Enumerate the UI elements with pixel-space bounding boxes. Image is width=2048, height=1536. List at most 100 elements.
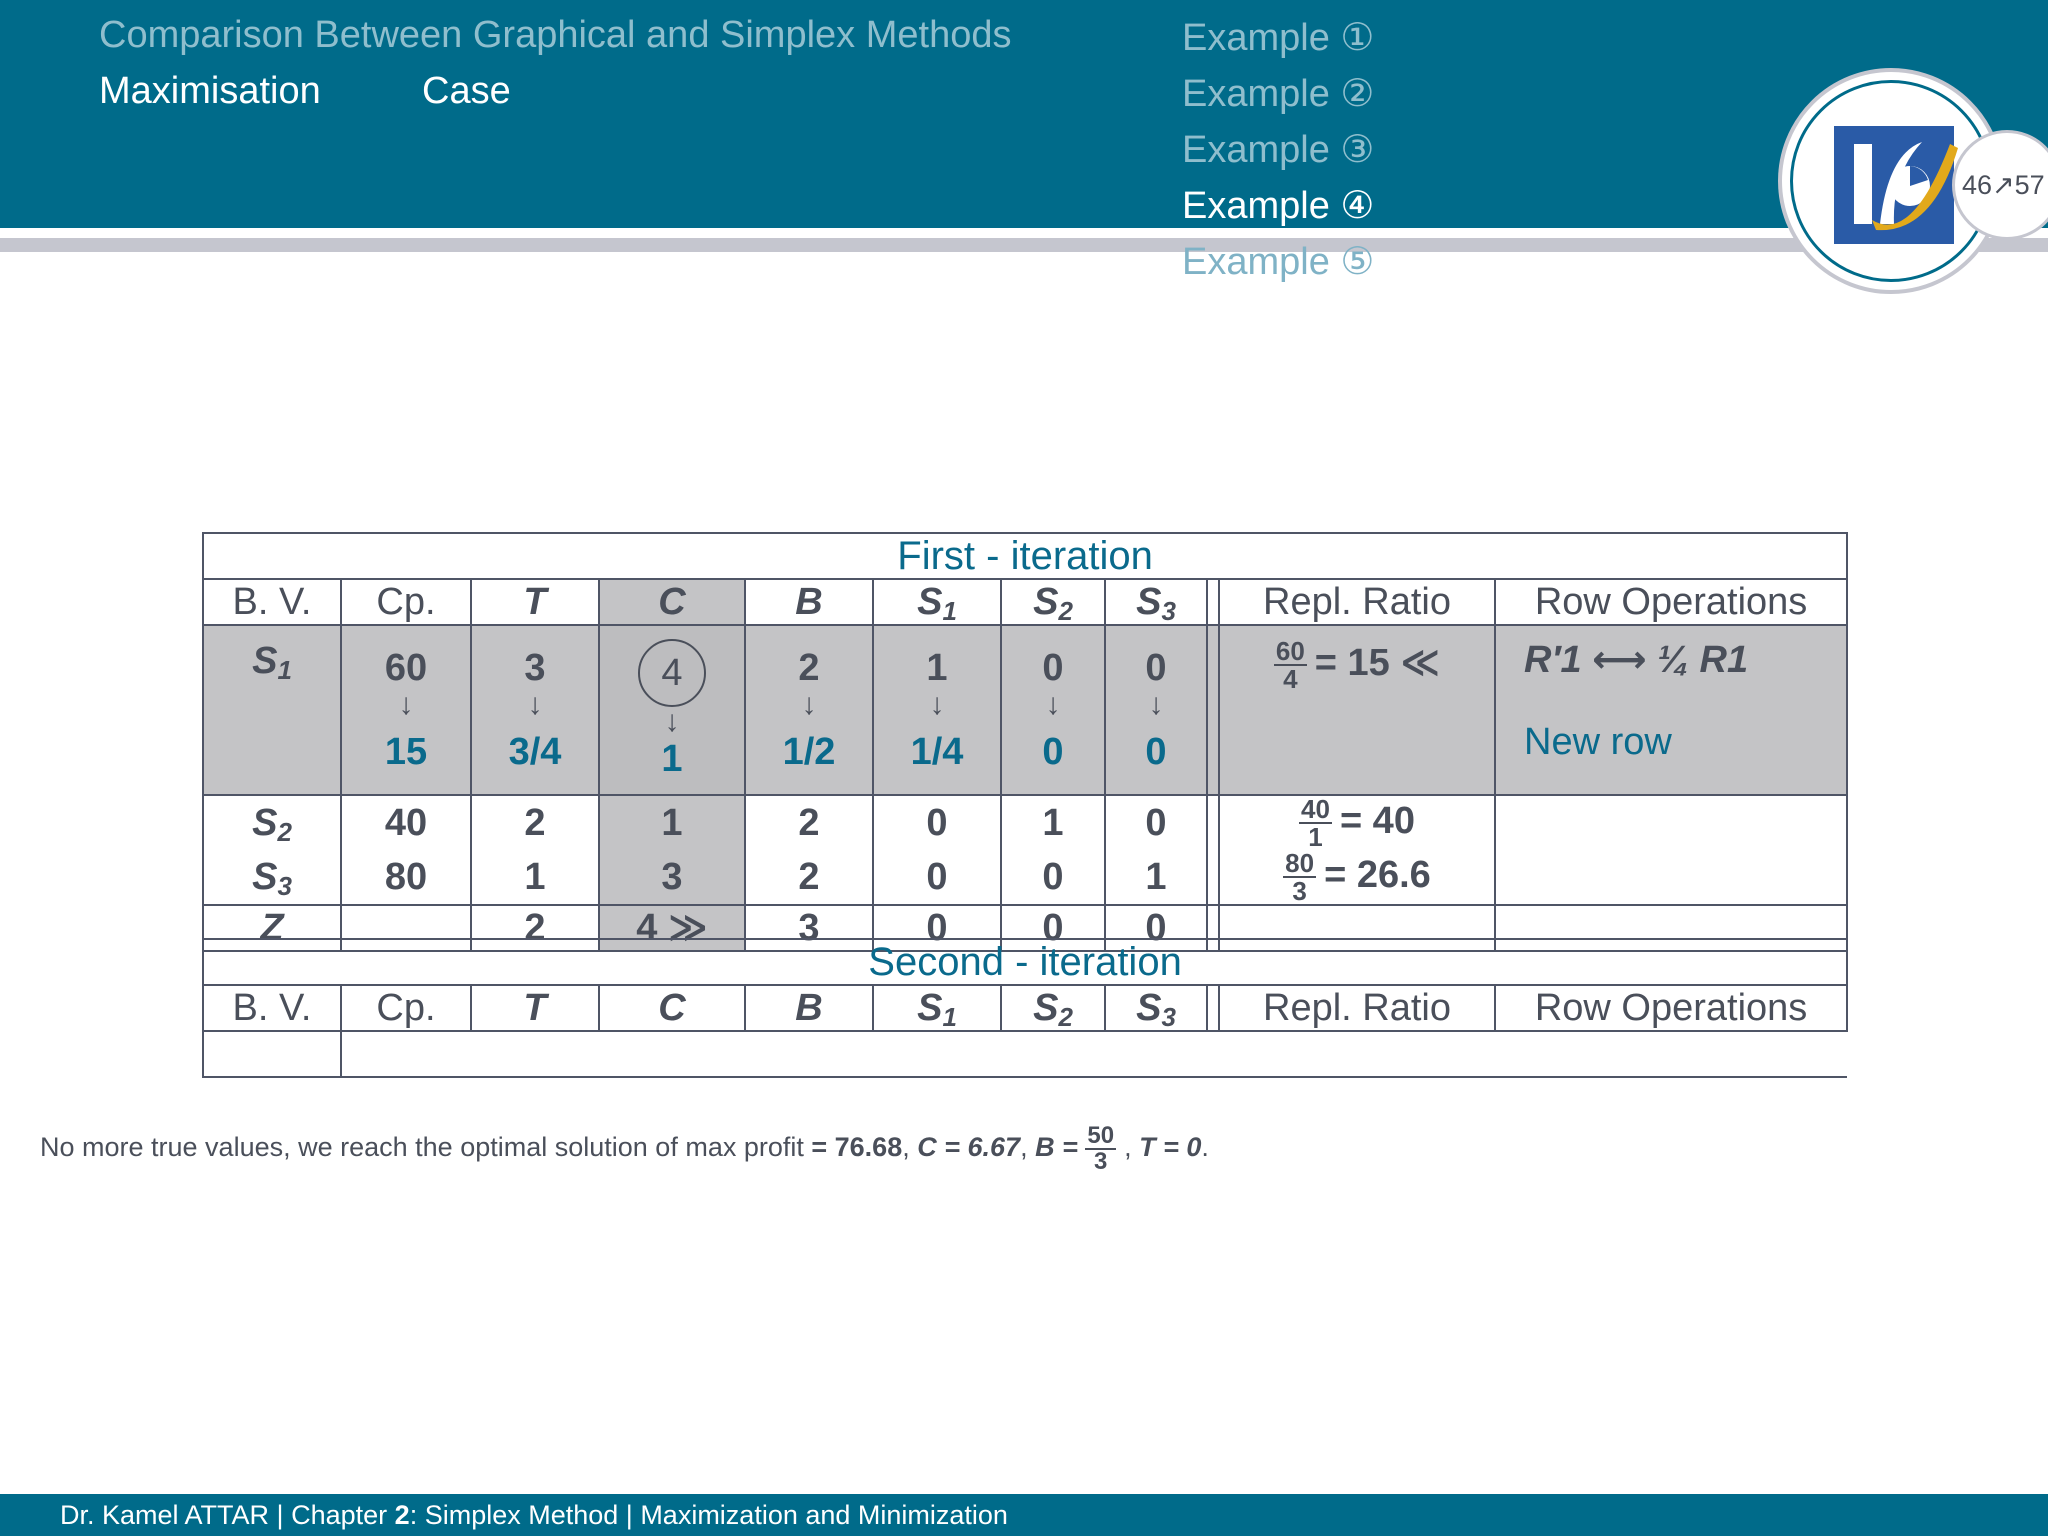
new-value-cp: 15 bbox=[384, 731, 428, 773]
col-header-s1: S1 bbox=[872, 578, 1002, 626]
row-bv-s3: S3 bbox=[202, 850, 342, 906]
pivot-cell-s3: 0 ↓ 0 bbox=[1104, 624, 1208, 796]
col-separator bbox=[1206, 850, 1220, 906]
footer-chapter-number[interactable]: 2 bbox=[395, 1500, 410, 1530]
header-divider bbox=[0, 228, 2048, 238]
rowop-s2 bbox=[1493, 794, 1849, 850]
col-header-rowops: Row Operations bbox=[1493, 984, 1849, 1032]
col-header-c: C bbox=[598, 984, 746, 1032]
pivot-value-s2: 0 bbox=[1042, 647, 1064, 689]
subsection-case[interactable]: Case bbox=[422, 70, 511, 113]
first-iteration-title: First - iteration bbox=[201, 532, 1849, 580]
cell-s3-c: 3 bbox=[598, 850, 746, 906]
ratio-fraction: 80 3 bbox=[1283, 848, 1317, 906]
col-header-ratio: Repl. Ratio bbox=[1218, 578, 1496, 626]
empty-row-cell bbox=[339, 1030, 1848, 1078]
t-value: T = 0 bbox=[1139, 1132, 1202, 1163]
col-separator bbox=[1206, 578, 1220, 626]
pivot-cell-cp: 60 ↓ 15 bbox=[340, 624, 472, 796]
col-header-rowops: Row Operations bbox=[1493, 578, 1849, 626]
pivot-cell-c: 4 ↓ 1 bbox=[598, 624, 746, 796]
down-arrow-icon: ↓ bbox=[527, 688, 543, 721]
pivot-value-s3: 0 bbox=[1145, 647, 1167, 689]
empty-bv-cell bbox=[202, 1030, 342, 1078]
col-header-cp: Cp. bbox=[340, 984, 472, 1032]
rowop-s3 bbox=[1493, 850, 1849, 906]
new-row-label: New row bbox=[1524, 721, 1672, 763]
new-value-b: 1/2 bbox=[782, 731, 836, 773]
col-header-bv: B. V. bbox=[202, 578, 342, 626]
conclusion-text: No more true values, we reach the optima… bbox=[40, 1122, 1209, 1175]
pivot-cell-s2: 0 ↓ 0 bbox=[1000, 624, 1106, 796]
new-value-s1: 1/4 bbox=[910, 731, 964, 773]
pivot-cell-t: 3 ↓ 3/4 bbox=[470, 624, 600, 796]
cell-s2-b: 2 bbox=[744, 794, 874, 850]
cell-s3-s3: 1 bbox=[1104, 850, 1208, 906]
section-title[interactable]: Comparison Between Graphical and Simplex… bbox=[99, 14, 1011, 57]
pivot-ratio: 60 4 = 15 ≪ bbox=[1218, 624, 1496, 796]
pivot-row-operation: R′1 ⟷ ¼ R1 New row bbox=[1493, 624, 1849, 796]
slide-header: Comparison Between Graphical and Simplex… bbox=[0, 0, 2048, 228]
cell-s2-s2: 1 bbox=[1000, 794, 1106, 850]
pivot-value-s1: 1 bbox=[926, 647, 948, 689]
down-arrow-icon: ↓ bbox=[1045, 688, 1061, 721]
col-header-t: T bbox=[470, 578, 600, 626]
ratio-result: = 15 ≪ bbox=[1314, 642, 1441, 685]
pivot-cell-b: 2 ↓ 1/2 bbox=[744, 624, 874, 796]
second-iteration-title: Second - iteration bbox=[201, 938, 1849, 986]
down-arrow-icon: ↓ bbox=[1148, 688, 1164, 721]
col-header-cp: Cp. bbox=[340, 578, 472, 626]
ratio-result: = 26.6 bbox=[1324, 854, 1431, 897]
footer-chapter-title[interactable]: : Simplex Method bbox=[410, 1500, 619, 1530]
pivot-row-bv: S1 bbox=[202, 624, 342, 796]
footer-topic[interactable]: Maximization and Minimization bbox=[640, 1500, 1008, 1530]
pivot-value-cp: 60 bbox=[384, 647, 428, 689]
col-header-s3: S3 bbox=[1104, 984, 1208, 1032]
page-number[interactable]: 46↗57 bbox=[1962, 170, 2045, 201]
col-header-s1: S1 bbox=[872, 984, 1002, 1032]
cell-s2-c: 1 bbox=[598, 794, 746, 850]
new-value-c: 1 bbox=[661, 738, 683, 780]
down-arrow-icon: ↓ bbox=[398, 688, 414, 721]
col-separator bbox=[1206, 794, 1220, 850]
ratio-fraction: 40 1 bbox=[1299, 794, 1332, 852]
cell-s2-t: 2 bbox=[470, 794, 600, 850]
col-header-b: B bbox=[744, 984, 874, 1032]
cell-s2-s3: 0 bbox=[1104, 794, 1208, 850]
pivot-cell-s1: 1 ↓ 1/4 bbox=[872, 624, 1002, 796]
col-header-s2: S2 bbox=[1000, 984, 1106, 1032]
ratio-s3: 80 3 = 26.6 bbox=[1218, 848, 1496, 906]
down-arrow-icon: ↓ bbox=[929, 688, 945, 721]
c-value: C = 6.67 bbox=[917, 1132, 1021, 1163]
col-header-bv: B. V. bbox=[202, 984, 342, 1032]
footer-chapter-prefix[interactable]: Chapter bbox=[291, 1500, 387, 1530]
pivot-element-circle: 4 bbox=[638, 639, 706, 707]
nav-example-2[interactable]: Example ② bbox=[1182, 70, 1374, 126]
col-header-ratio: Repl. Ratio bbox=[1218, 984, 1496, 1032]
footer-text: Dr. Kamel ATTAR | Chapter 2: Simplex Met… bbox=[60, 1500, 1008, 1530]
conclusion-sentence: No more true values, we reach the optima… bbox=[40, 1132, 804, 1163]
new-value-t: 3/4 bbox=[508, 731, 562, 773]
university-logo-icon bbox=[1832, 124, 1962, 253]
cell-s3-b: 2 bbox=[744, 850, 874, 906]
ratio-result: = 40 bbox=[1339, 800, 1415, 843]
col-header-b: B bbox=[744, 578, 874, 626]
nav-example-1[interactable]: Example ① bbox=[1182, 14, 1374, 70]
col-header-s2: S2 bbox=[1000, 578, 1106, 626]
footer-author[interactable]: Dr. Kamel ATTAR bbox=[60, 1500, 269, 1530]
col-header-t: T bbox=[470, 984, 600, 1032]
second-iteration-table: Second - iteration B. V. Cp. T C B S1 S2… bbox=[201, 938, 1849, 1078]
nav-example-5-overlay[interactable]: Example ⑤ bbox=[1182, 238, 1374, 286]
b-label: B = bbox=[1035, 1132, 1078, 1163]
nav-example-3[interactable]: Example ③ bbox=[1182, 126, 1374, 182]
cell-s2-s1: 0 bbox=[872, 794, 1002, 850]
cell-s3-cp: 80 bbox=[340, 850, 472, 906]
max-profit-value: = 76.68 bbox=[811, 1132, 903, 1163]
subsection-maximisation[interactable]: Maximisation bbox=[99, 70, 321, 113]
col-header-s3: S3 bbox=[1104, 578, 1208, 626]
header-divider-gray bbox=[0, 238, 2048, 252]
new-value-s2: 0 bbox=[1042, 731, 1064, 773]
down-arrow-icon: ↓ bbox=[664, 705, 680, 738]
col-header-c: C bbox=[598, 578, 746, 626]
new-value-s3: 0 bbox=[1145, 731, 1167, 773]
